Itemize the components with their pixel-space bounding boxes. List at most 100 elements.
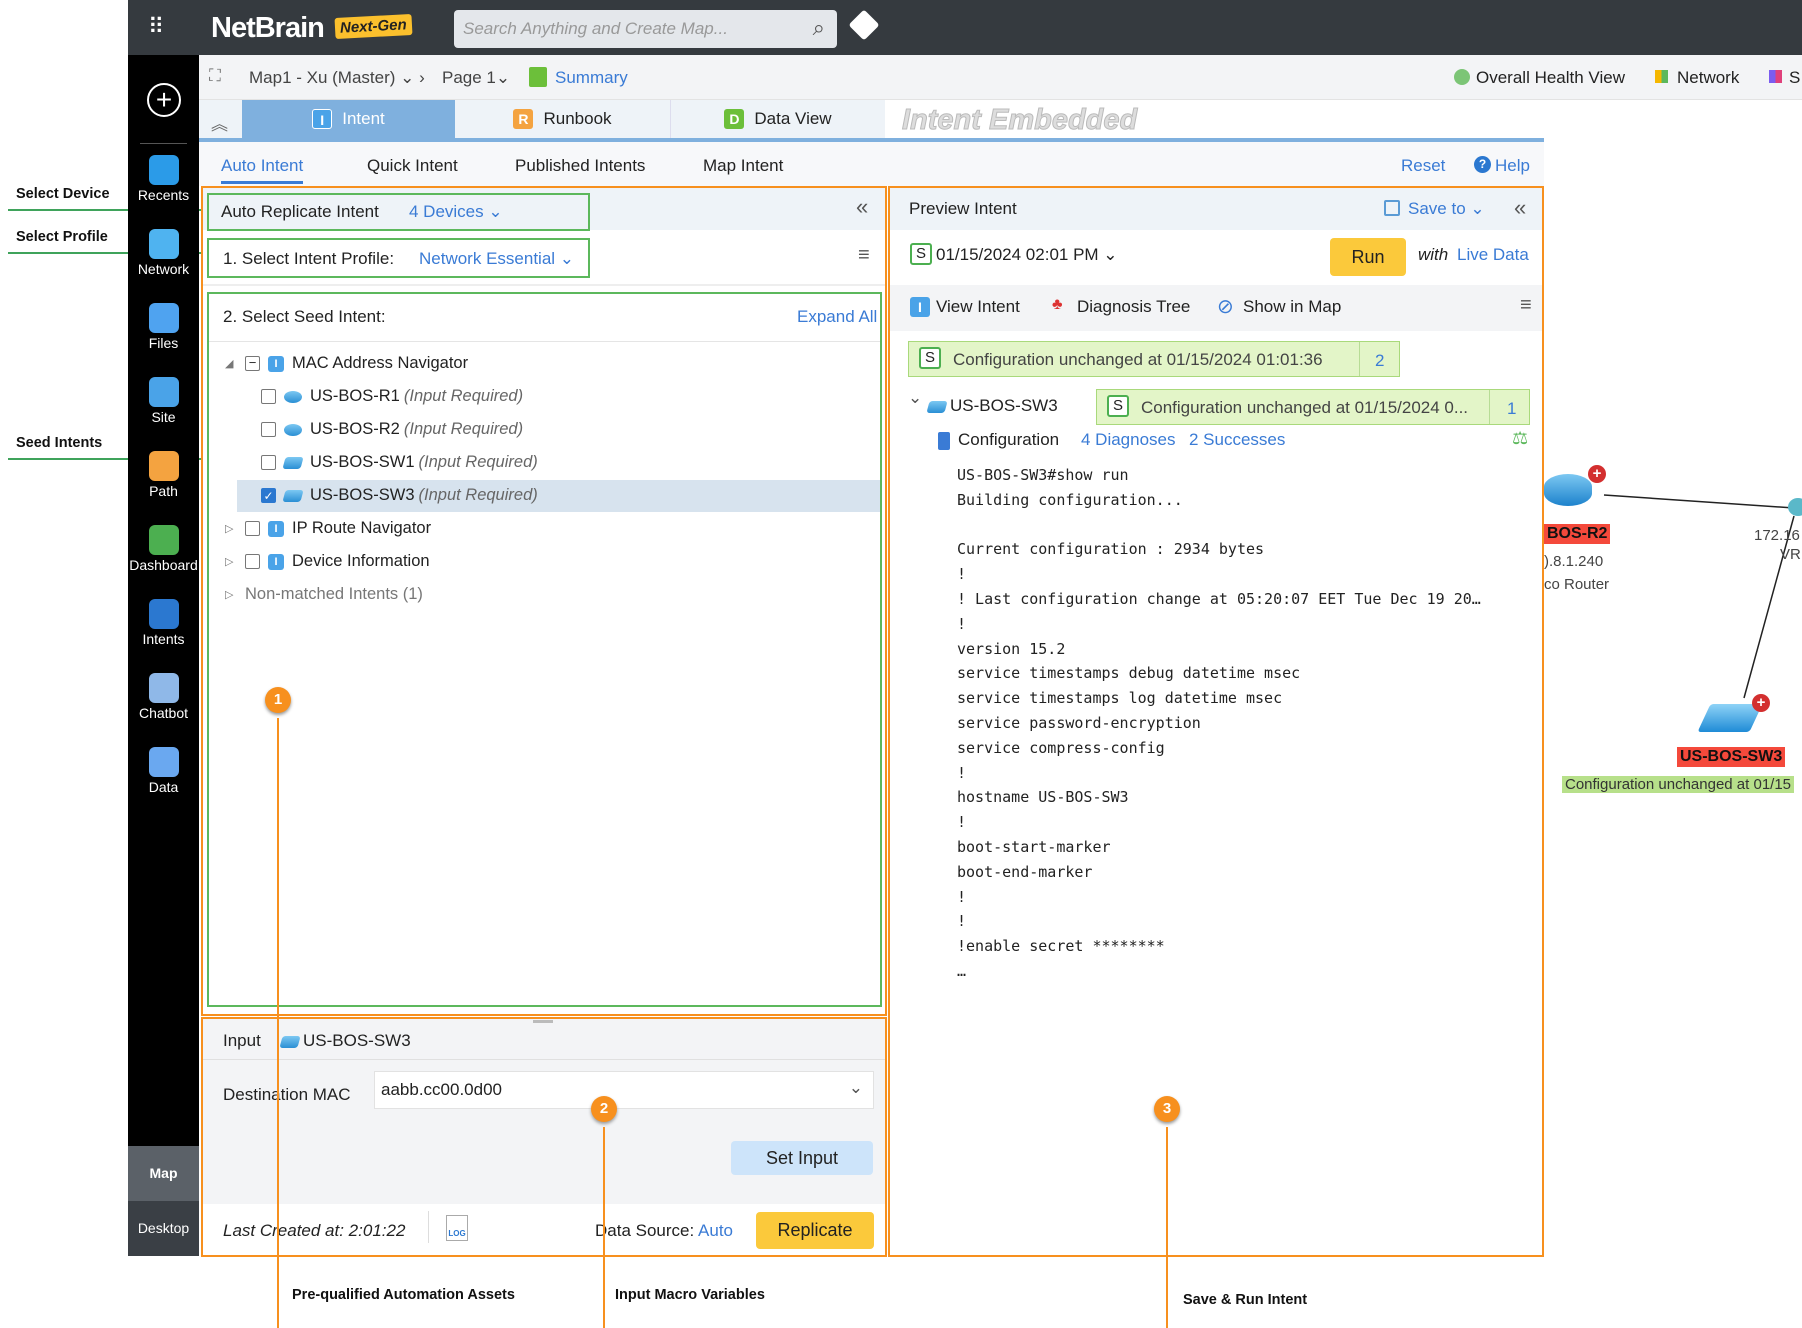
- breadcrumb-page[interactable]: Page 1⌄: [442, 68, 510, 88]
- data-source-link[interactable]: Auto: [698, 1221, 733, 1240]
- diagnoses-link[interactable]: 4 Diagnoses: [1081, 430, 1176, 450]
- data-icon: [148, 747, 179, 777]
- checkbox[interactable]: [245, 521, 260, 536]
- reset-link[interactable]: Reset: [1401, 156, 1445, 176]
- add-icon[interactable]: +: [147, 83, 181, 117]
- tab-runbook[interactable]: R Runbook: [455, 100, 670, 138]
- collapse-left-icon[interactable]: «: [856, 194, 868, 220]
- device-status-count[interactable]: 1: [1507, 399, 1516, 419]
- breadcrumb-map[interactable]: Map1 - Xu (Master) ⌄ ›: [249, 68, 425, 88]
- router-icon[interactable]: [1788, 498, 1802, 516]
- path-icon: [148, 451, 179, 481]
- sidebar-item-files[interactable]: Files: [128, 303, 199, 351]
- sidebar-item-recents[interactable]: Recents: [128, 155, 199, 203]
- search-icon[interactable]: ⌕: [813, 15, 825, 41]
- overall-health-view[interactable]: Overall Health View: [1476, 68, 1625, 88]
- sidebar-item-path[interactable]: Path: [128, 451, 199, 499]
- expand-all-link[interactable]: Expand All: [797, 307, 877, 327]
- collapse-up-icon[interactable]: ︽: [211, 110, 228, 135]
- tree-item[interactable]: US-BOS-R2 (Input Required): [261, 420, 523, 439]
- tree-item[interactable]: ✓ US-BOS-SW3 (Input Required): [261, 486, 538, 505]
- add-icon[interactable]: +: [1588, 465, 1606, 483]
- tree-item[interactable]: US-BOS-SW1 (Input Required): [261, 453, 538, 472]
- run-button[interactable]: Run: [1330, 238, 1406, 276]
- directions-icon[interactable]: [848, 9, 880, 41]
- checkbox[interactable]: −: [245, 356, 260, 371]
- subtab-auto-intent[interactable]: Auto Intent: [221, 156, 304, 184]
- resize-handle[interactable]: [533, 1020, 553, 1023]
- checkbox[interactable]: [261, 389, 276, 404]
- replicate-button[interactable]: Replicate: [756, 1212, 874, 1249]
- set-input-button[interactable]: Set Input: [731, 1141, 873, 1175]
- menu-icon[interactable]: ≡: [1520, 294, 1532, 317]
- caret-right-icon[interactable]: ▷: [225, 555, 237, 568]
- tree-item[interactable]: ▷ I IP Route Navigator: [225, 519, 431, 538]
- fullscreen-icon[interactable]: ⛶: [209, 66, 221, 86]
- s-link[interactable]: S: [1789, 68, 1800, 88]
- panel-title: Auto Replicate Intent: [221, 202, 379, 221]
- tree-item[interactable]: ◢ − I MAC Address Navigator: [225, 354, 468, 373]
- sidebar-item-data[interactable]: Data: [128, 747, 199, 795]
- tab-data-view[interactable]: D Data View: [670, 100, 885, 138]
- checkbox[interactable]: [261, 422, 276, 437]
- sidebar-item-intents[interactable]: Intents: [128, 599, 199, 647]
- config-line: service compress-config: [957, 738, 1165, 757]
- sidebar-item-label: Path: [149, 483, 178, 499]
- chevron-down-icon[interactable]: ⌄: [908, 388, 922, 408]
- search-input[interactable]: Search Anything and Create Map... ⌕: [454, 10, 837, 48]
- tree-item[interactable]: ▷ I Device Information: [225, 552, 430, 571]
- successes-link[interactable]: 2 Successes: [1189, 430, 1285, 450]
- view-intent-button[interactable]: View Intent: [936, 297, 1020, 317]
- map-canvas[interactable]: + BOS-R2 ).8.1.240 co Router 172.16 VRF …: [1544, 142, 1802, 1257]
- configuration-label: Configuration: [958, 430, 1060, 449]
- sidebar-item-site[interactable]: Site: [128, 377, 199, 425]
- destination-mac-select[interactable]: aabb.cc00.0d00 ⌄: [374, 1071, 874, 1109]
- config-line: Building configuration...: [957, 490, 1183, 509]
- show-in-map-icon: ⊘: [1217, 296, 1234, 318]
- diagnosis-tree-button[interactable]: Diagnosis Tree: [1077, 297, 1190, 317]
- collapse-left-icon[interactable]: «: [1514, 195, 1526, 221]
- status-count[interactable]: 2: [1375, 351, 1384, 371]
- checkbox[interactable]: [261, 455, 276, 470]
- network-link[interactable]: Network: [1677, 68, 1739, 88]
- menu-icon[interactable]: ≡: [858, 244, 870, 267]
- subtab-published-intents[interactable]: Published Intents: [515, 156, 645, 176]
- run-date-dropdown[interactable]: 01/15/2024 02:01 PM ⌄: [936, 245, 1118, 265]
- subtab-map-intent[interactable]: Map Intent: [703, 156, 783, 176]
- save-to-dropdown[interactable]: Save to ⌄: [1408, 199, 1485, 219]
- caret-down-icon[interactable]: ◢: [225, 357, 237, 370]
- annotation-assets: Pre-qualified Automation Assets: [292, 1287, 515, 1303]
- sidebar-map-button[interactable]: Map: [128, 1146, 199, 1201]
- tab-intent[interactable]: I Intent: [242, 100, 455, 138]
- router-icon[interactable]: [1544, 474, 1592, 506]
- show-in-map-button[interactable]: Show in Map: [1243, 297, 1341, 317]
- annotation-marker-1: 1: [265, 687, 291, 713]
- subtab-quick-intent[interactable]: Quick Intent: [367, 156, 458, 176]
- annotation-line: [1166, 1127, 1168, 1328]
- tree-item-label: Device Information: [292, 552, 430, 570]
- sidebar-item-chatbot[interactable]: Chatbot: [128, 673, 199, 721]
- caret-right-icon[interactable]: ▷: [225, 588, 237, 601]
- subtabs: Auto Intent Quick Intent Published Intents…: [199, 142, 1544, 186]
- sidebar-item-network[interactable]: Network: [128, 229, 199, 277]
- live-data-link[interactable]: Live Data: [1457, 245, 1529, 265]
- sidebar-item-dashboard[interactable]: Dashboard: [128, 525, 199, 573]
- log-file-icon[interactable]: LOG: [446, 1215, 468, 1241]
- add-icon[interactable]: +: [1752, 694, 1770, 712]
- help-icon[interactable]: ?: [1474, 156, 1491, 173]
- devices-dropdown[interactable]: 4 Devices ⌄: [409, 202, 503, 222]
- breadcrumb: ⛶ Map1 - Xu (Master) ⌄ › Page 1⌄ Summary…: [199, 55, 1802, 100]
- data-source: Data Source: Auto: [595, 1221, 734, 1240]
- caret-right-icon[interactable]: ▷: [225, 522, 237, 535]
- intent-icon: I: [268, 520, 284, 537]
- apps-grid-icon[interactable]: ⠿: [148, 14, 166, 40]
- tree-item[interactable]: US-BOS-R1 (Input Required): [261, 387, 523, 406]
- checkbox[interactable]: ✓: [261, 488, 276, 503]
- profile-dropdown[interactable]: Network Essential ⌄: [419, 249, 574, 269]
- sidebar-desktop-button[interactable]: Desktop: [128, 1201, 199, 1256]
- tree-item[interactable]: ▷ Non-matched Intents (1): [225, 585, 423, 604]
- summary-link[interactable]: Summary: [555, 68, 628, 88]
- checkbox[interactable]: [245, 554, 260, 569]
- recents-icon: [148, 155, 179, 185]
- help-link[interactable]: Help: [1495, 156, 1530, 176]
